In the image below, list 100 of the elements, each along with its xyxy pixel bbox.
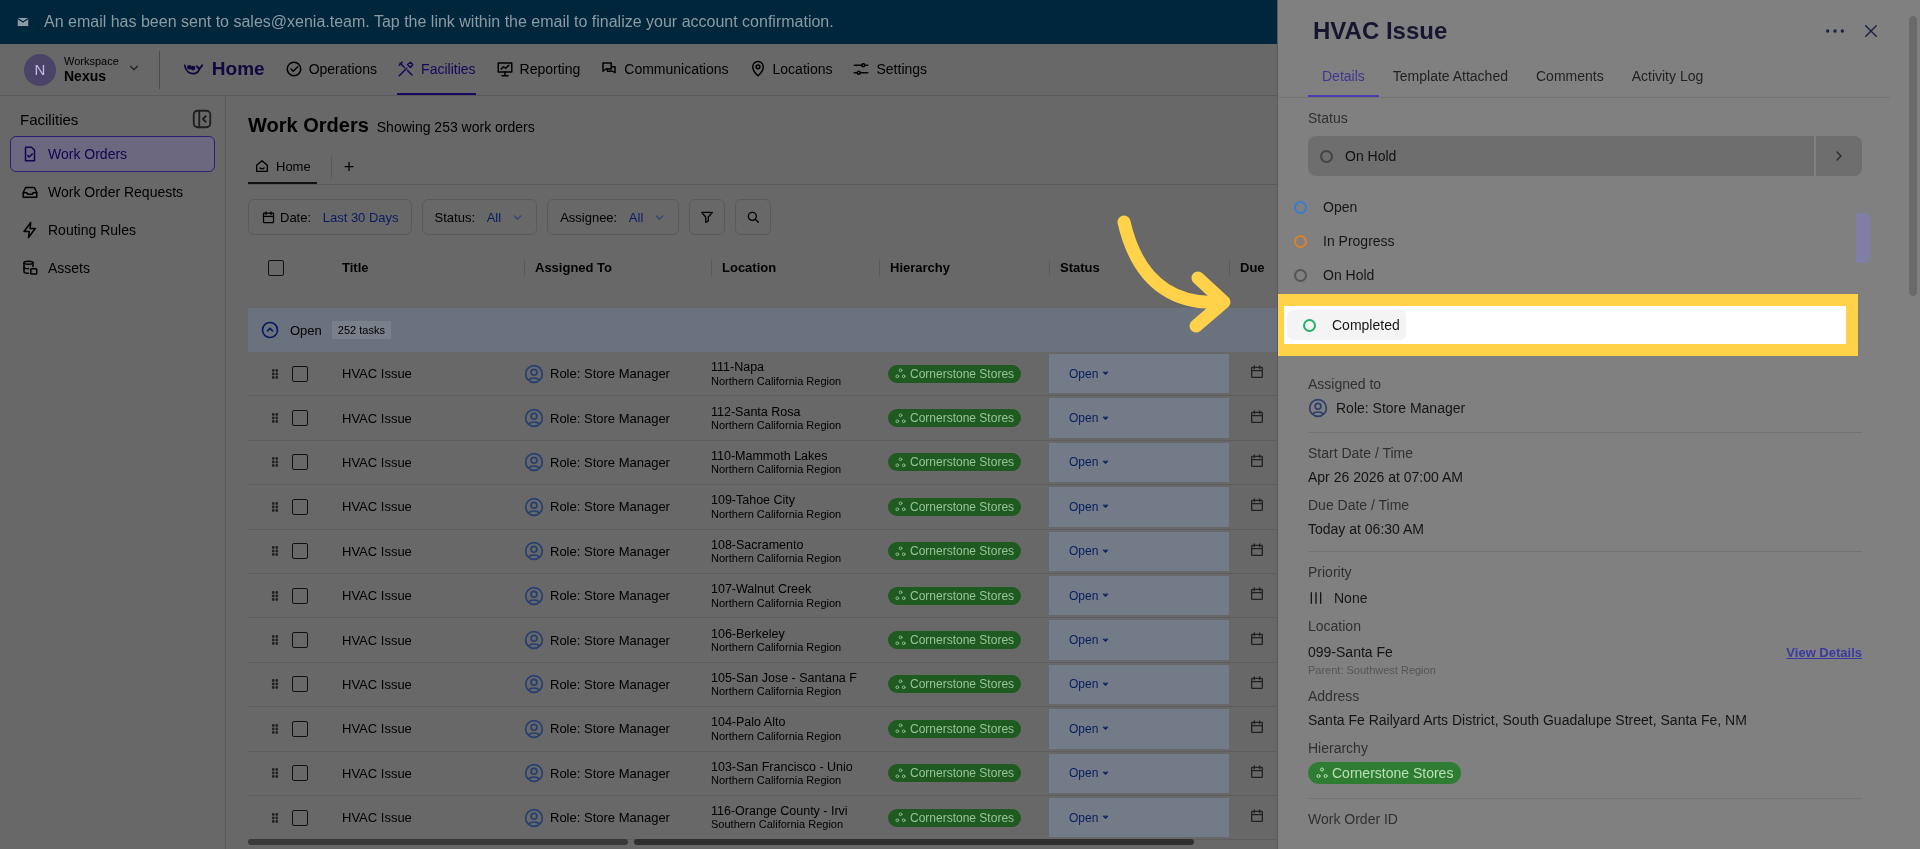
sidebar-item[interactable]: Work Order Requests xyxy=(10,174,215,210)
status-dropdown[interactable]: Open xyxy=(1049,753,1229,793)
status-dropdown[interactable]: Open xyxy=(1049,797,1229,838)
hierarchy-icon xyxy=(895,501,906,513)
view-tab[interactable]: Home xyxy=(248,150,317,184)
column-header[interactable]: Title xyxy=(339,260,524,276)
assignee-cell: Role: Store Manager xyxy=(550,632,670,648)
field-label: Address xyxy=(1308,688,1361,704)
column-header[interactable]: Assigned To xyxy=(524,260,711,276)
group-toggle-icon[interactable] xyxy=(260,320,280,340)
row-checkbox[interactable] xyxy=(292,365,308,382)
panel-tab[interactable]: Activity Log xyxy=(1617,58,1718,97)
title-cell: HVAC Issue xyxy=(342,454,412,470)
row-checkbox[interactable] xyxy=(292,498,308,515)
user-circle-icon xyxy=(524,763,544,784)
title-cell: HVAC Issue xyxy=(342,499,412,515)
location-name: 107-Walnut Creek xyxy=(711,582,813,597)
panel-tab[interactable]: Comments xyxy=(1522,58,1618,97)
calendar-icon xyxy=(1249,586,1265,603)
sidebar-item[interactable]: Routing Rules xyxy=(10,212,215,248)
status-option[interactable]: In Progress xyxy=(1278,224,1856,258)
status-dropdown[interactable]: Open xyxy=(1049,442,1229,483)
status-dropdown[interactable]: Open xyxy=(1049,709,1229,749)
column-header[interactable]: Location xyxy=(711,260,879,276)
hierarchy-icon xyxy=(895,678,906,690)
workspace-avatar[interactable]: N xyxy=(24,53,56,86)
row-checkbox[interactable] xyxy=(292,676,308,693)
status-dropdown[interactable]: Open xyxy=(1049,575,1229,616)
column-header[interactable]: Status xyxy=(1049,260,1229,276)
status-dropdown[interactable]: Open xyxy=(1049,664,1229,705)
calendar-icon xyxy=(1249,719,1265,736)
field-label: Status xyxy=(1308,110,1349,126)
hierarchy-badge: Cornerstone Stores xyxy=(1308,762,1462,784)
page-subtitle: Showing 253 work orders xyxy=(376,119,535,135)
row-checkbox[interactable] xyxy=(292,765,308,782)
date-filter[interactable]: Date: Last 30 Days xyxy=(248,199,412,235)
calendar-icon xyxy=(1249,674,1265,691)
sidebar-item[interactable]: Work Orders xyxy=(10,136,215,172)
row-checkbox[interactable] xyxy=(292,543,308,560)
status-dropdown[interactable]: Open xyxy=(1049,398,1229,438)
title-cell: HVAC Issue xyxy=(342,721,412,737)
select-all-checkbox[interactable] xyxy=(268,260,284,276)
nav-tab[interactable]: Home xyxy=(179,44,265,95)
row-checkbox[interactable] xyxy=(292,587,308,604)
nav-tab[interactable]: Communications xyxy=(600,44,729,95)
chevron-up-circle-icon xyxy=(260,320,280,340)
sidebar-item[interactable]: Assets xyxy=(10,250,215,286)
hierarchy-badge: Cornerstone Stores xyxy=(888,453,1022,472)
hierarchy-icon xyxy=(895,812,906,824)
nav-tab[interactable]: Reporting xyxy=(495,44,581,95)
location-region: Northern California Region xyxy=(711,374,843,388)
row-checkbox[interactable] xyxy=(292,720,308,737)
status-option[interactable]: Completed xyxy=(1287,310,1406,340)
status-option[interactable]: On Hold xyxy=(1278,258,1856,292)
row-checkbox[interactable] xyxy=(292,410,308,427)
column-header[interactable]: Hierarchy xyxy=(879,260,1049,276)
status-dropdown[interactable]: Open xyxy=(1049,354,1229,394)
view-details-link[interactable]: View Details xyxy=(1786,644,1862,660)
field-label: Assigned to xyxy=(1308,376,1383,392)
calendar-icon xyxy=(1249,808,1265,825)
assignee-cell: Role: Store Manager xyxy=(550,543,670,559)
filter-button[interactable] xyxy=(689,199,726,235)
location-name: 104-Palo Alto xyxy=(711,715,787,730)
location-name: 110-Mammoth Lakes xyxy=(711,448,829,464)
home-icon xyxy=(254,158,270,174)
panel-tab[interactable]: Details xyxy=(1308,58,1379,97)
search-button[interactable] xyxy=(735,199,772,235)
field-label: Priority xyxy=(1308,564,1353,580)
user-circle-icon xyxy=(524,363,544,384)
hierarchy-icon xyxy=(895,368,906,380)
nav-tab[interactable]: Facilities xyxy=(397,44,476,95)
field-label: Start Date / Time xyxy=(1308,445,1415,461)
filter-dropdown[interactable]: Status: All xyxy=(421,199,538,235)
mail-icon xyxy=(16,15,30,29)
nav-tab[interactable]: Settings xyxy=(852,44,928,95)
status-dropdown[interactable]: Open xyxy=(1049,487,1229,527)
status-dropdown[interactable]: Open xyxy=(1049,531,1229,571)
status-select[interactable]: On Hold xyxy=(1308,136,1814,176)
filter-dropdown[interactable]: Assignee: All xyxy=(547,199,680,235)
add-view-button[interactable]: + xyxy=(330,155,361,179)
status-option[interactable]: Open xyxy=(1278,190,1856,224)
location-region: Northern California Region xyxy=(711,640,843,654)
hierarchy-icon xyxy=(895,634,906,646)
hierarchy-icon xyxy=(1316,767,1328,779)
assignee-cell: Role: Store Manager xyxy=(550,366,670,382)
nav-tab[interactable]: Locations xyxy=(748,44,833,95)
location-region: Northern California Region xyxy=(711,729,843,743)
status-dropdown[interactable]: Open xyxy=(1049,620,1229,660)
assignee-cell: Role: Store Manager xyxy=(550,454,670,470)
search-icon xyxy=(745,209,762,225)
nav-tab[interactable]: Operations xyxy=(284,44,378,95)
row-checkbox[interactable] xyxy=(292,632,308,649)
calendar-icon xyxy=(1249,630,1265,647)
row-checkbox[interactable] xyxy=(292,454,308,471)
panel-tab[interactable]: Template Attached xyxy=(1378,58,1522,97)
workspace-name[interactable]: Nexus xyxy=(64,67,119,84)
check-circle-icon xyxy=(284,59,303,78)
row-checkbox[interactable] xyxy=(292,809,308,826)
hierarchy-icon xyxy=(895,767,906,779)
group-label: Open xyxy=(290,322,322,338)
